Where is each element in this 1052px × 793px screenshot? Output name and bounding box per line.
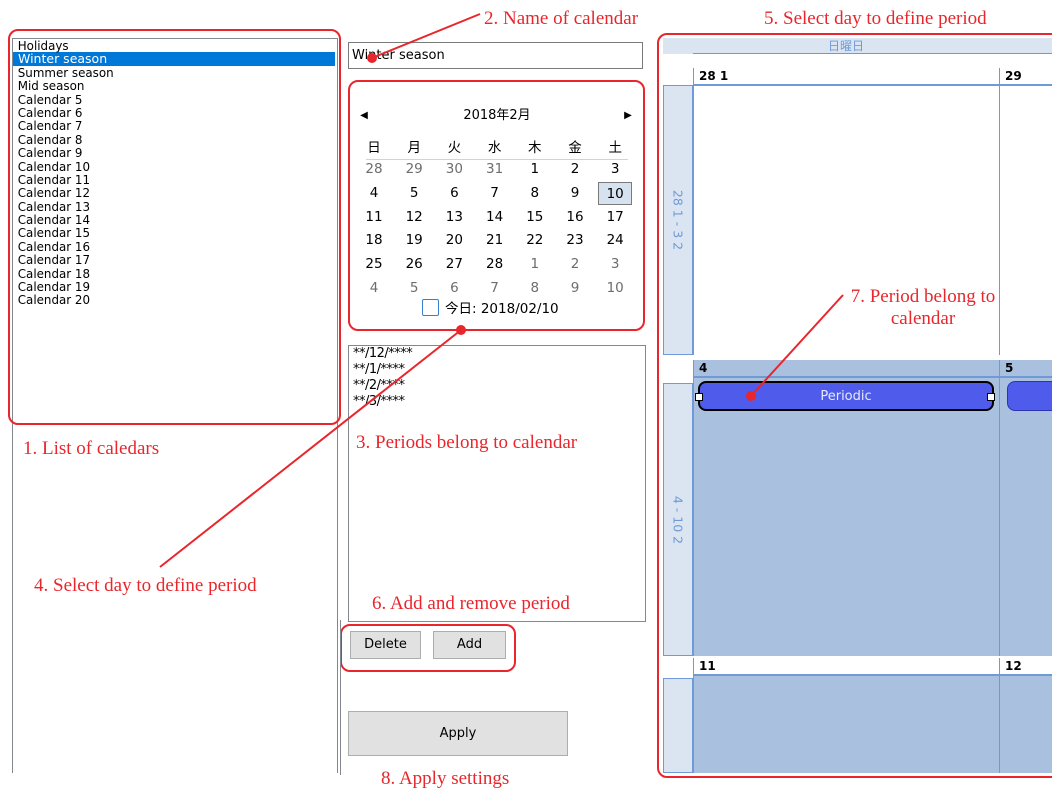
annotation-list-of-calendars: 1. List of caledars <box>23 438 160 459</box>
period-item[interactable]: **/1/**** <box>349 362 645 378</box>
schedule-annotation-box <box>657 33 1052 778</box>
period-item[interactable]: **/2/**** <box>349 378 645 394</box>
calendar-name-input[interactable]: Winter season <box>348 42 643 69</box>
annotation-periods: 3. Periods belong to calendar <box>356 432 578 453</box>
annotation-name-of-calendar: 2. Name of calendar <box>484 8 639 29</box>
annotation-select-day-left: 4. Select day to define period <box>34 575 257 596</box>
annotation-add-remove: 6. Add and remove period <box>372 593 570 614</box>
panel-divider <box>340 620 341 775</box>
period-item[interactable]: **/3/**** <box>349 394 645 410</box>
list-annotation-box <box>8 29 341 425</box>
apply-button[interactable]: Apply <box>348 711 568 756</box>
annotation-select-day-right: 5. Select day to define period <box>764 8 987 29</box>
buttons-annotation-box <box>340 624 516 672</box>
annotation-period-belong: 7. Period belong to calendar <box>850 286 996 329</box>
periods-list[interactable]: **/12/**** **/1/**** **/2/**** **/3/**** <box>348 345 646 622</box>
period-item[interactable]: **/12/**** <box>349 346 645 362</box>
month-calendar-annotation-box <box>348 80 645 331</box>
annotation-apply: 8. Apply settings <box>381 768 510 789</box>
